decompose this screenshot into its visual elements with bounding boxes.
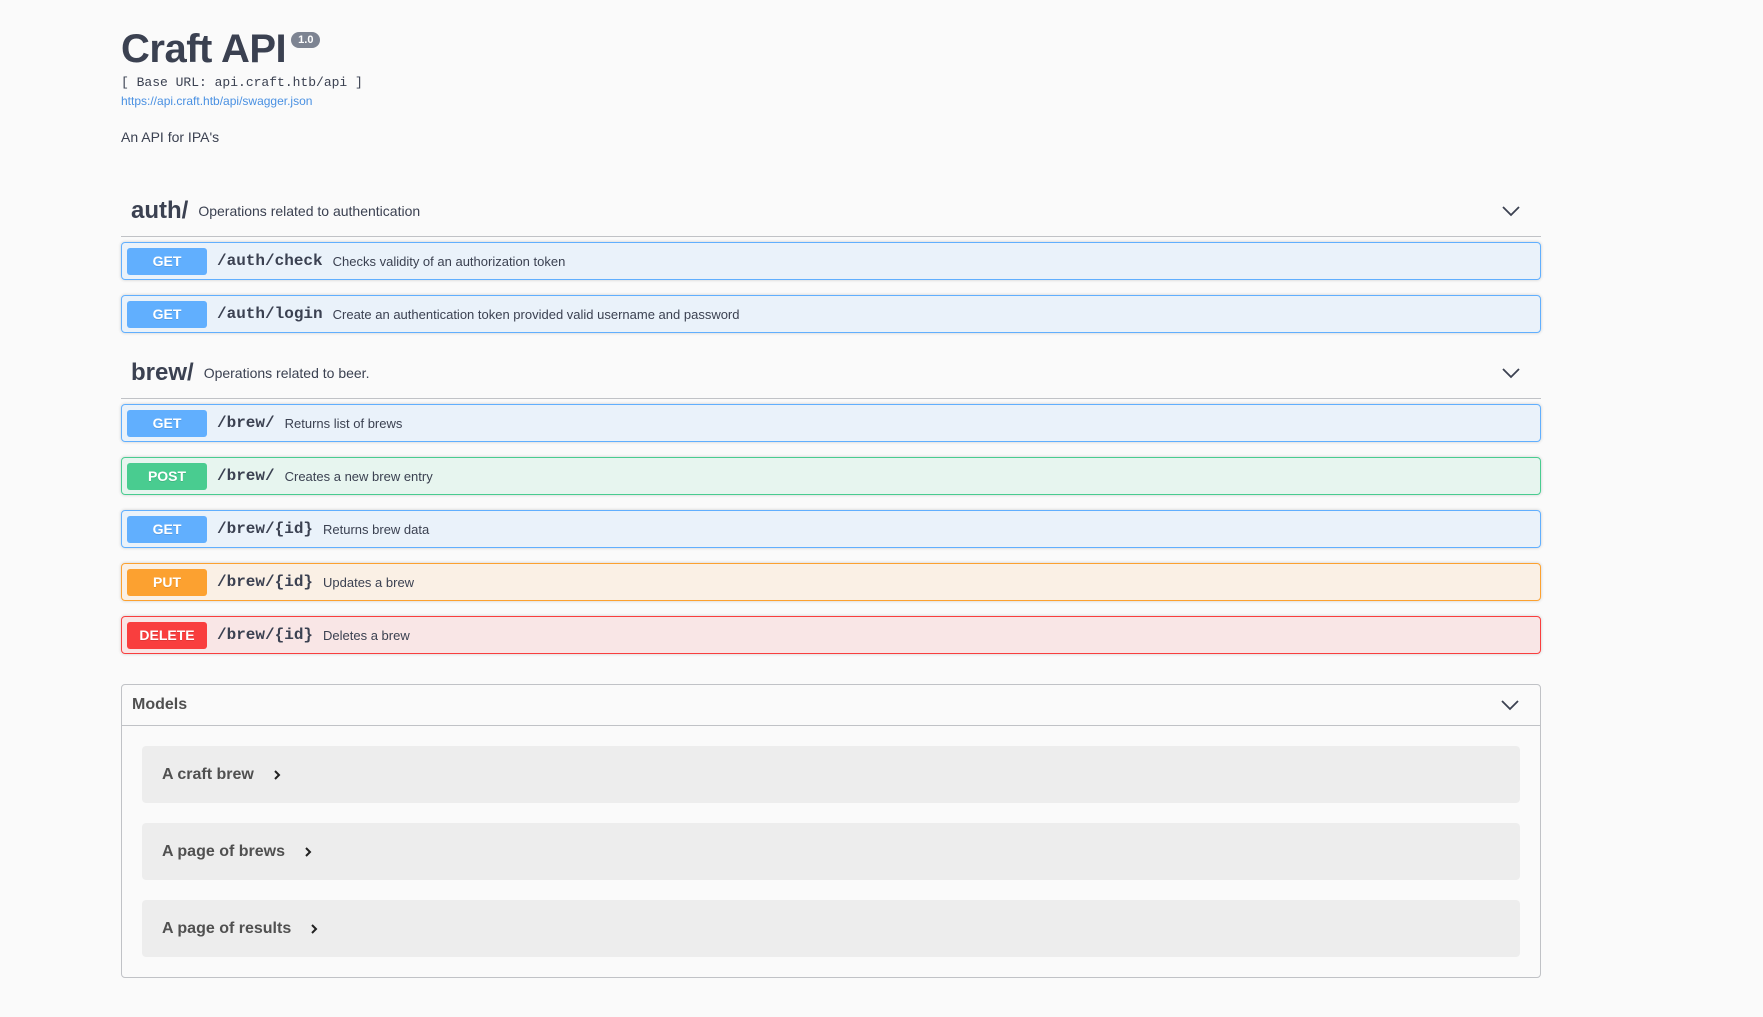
method-badge: PUT	[127, 568, 207, 596]
tag-description: Operations related to authentication	[198, 203, 421, 219]
operation-summary: Updates a brew	[323, 574, 415, 590]
model-name: A craft brew	[162, 765, 254, 783]
operation-get-brew-list[interactable]: GET /brew/ Returns list of brews	[121, 404, 1541, 442]
operation-get-auth-check[interactable]: GET /auth/check Checks validity of an au…	[121, 242, 1541, 280]
chevron-down-icon[interactable]	[1501, 201, 1521, 221]
operation-path: /brew/	[217, 414, 275, 432]
models-section: Models A craft brew A page of brews A pa…	[121, 684, 1541, 978]
operation-delete-brew-id[interactable]: DELETE /brew/{id} Deletes a brew	[121, 616, 1541, 654]
swagger-json-link[interactable]: https://api.craft.htb/api/swagger.json	[121, 94, 1541, 109]
models-header[interactable]: Models	[122, 685, 1540, 726]
model-name: A page of results	[162, 919, 292, 937]
operation-path: /brew/{id}	[217, 626, 314, 644]
method-badge: GET	[127, 409, 207, 437]
method-badge: GET	[127, 515, 207, 543]
operation-summary: Checks validity of an authorization toke…	[332, 253, 566, 269]
operations-list: GET /auth/check Checks validity of an au…	[121, 237, 1541, 333]
version-badge: 1.0	[291, 32, 321, 48]
info-section: Craft API 1.0 [ Base URL: api.craft.htb/…	[121, 0, 1541, 146]
model-craft-brew[interactable]: A craft brew	[142, 746, 1520, 803]
models-list: A craft brew A page of brews A page of r…	[122, 726, 1540, 977]
method-badge: GET	[127, 300, 207, 328]
operation-post-brew[interactable]: POST /brew/ Creates a new brew entry	[121, 457, 1541, 495]
operation-summary: Creates a new brew entry	[284, 468, 433, 484]
tag-section-auth: auth/ Operations related to authenticati…	[121, 186, 1541, 333]
operation-summary: Returns list of brews	[284, 415, 403, 431]
base-url: [ Base URL: api.craft.htb/api ]	[121, 75, 363, 90]
model-page-of-results[interactable]: A page of results	[142, 900, 1520, 957]
tag-name: auth/	[131, 197, 189, 224]
tag-name: brew/	[131, 359, 194, 386]
chevron-down-icon[interactable]	[1500, 695, 1520, 715]
chevron-right-icon[interactable]	[309, 923, 319, 935]
operation-get-brew-id[interactable]: GET /brew/{id} Returns brew data	[121, 510, 1541, 548]
api-title: Craft API	[121, 27, 287, 71]
operation-summary: Returns brew data	[323, 521, 430, 537]
model-name: A page of brews	[162, 842, 285, 860]
method-badge: POST	[127, 462, 207, 490]
tag-description: Operations related to beer.	[203, 365, 370, 381]
title-row: Craft API 1.0	[121, 27, 1541, 71]
tag-header-auth[interactable]: auth/ Operations related to authenticati…	[121, 186, 1541, 237]
method-badge: DELETE	[127, 621, 207, 649]
operation-path: /auth/check	[217, 252, 323, 270]
models-title: Models	[132, 696, 188, 713]
operation-get-auth-login[interactable]: GET /auth/login Create an authentication…	[121, 295, 1541, 333]
tag-section-brew: brew/ Operations related to beer. GET /b…	[121, 348, 1541, 654]
model-page-of-brews[interactable]: A page of brews	[142, 823, 1520, 880]
operation-path: /auth/login	[217, 305, 323, 323]
chevron-down-icon[interactable]	[1501, 363, 1521, 383]
swagger-ui: Craft API 1.0 [ Base URL: api.craft.htb/…	[121, 0, 1541, 978]
operation-path: /brew/{id}	[217, 573, 314, 591]
operation-path: /brew/{id}	[217, 520, 314, 538]
operations-list: GET /brew/ Returns list of brews POST /b…	[121, 399, 1541, 654]
api-description: An API for IPA's	[121, 129, 220, 145]
operation-summary: Deletes a brew	[323, 627, 410, 643]
operation-summary: Create an authentication token provided …	[332, 306, 740, 322]
chevron-right-icon[interactable]	[303, 846, 313, 858]
operation-put-brew-id[interactable]: PUT /brew/{id} Updates a brew	[121, 563, 1541, 601]
tag-header-brew[interactable]: brew/ Operations related to beer.	[121, 348, 1541, 399]
operation-path: /brew/	[217, 467, 275, 485]
method-badge: GET	[127, 247, 207, 275]
chevron-right-icon[interactable]	[272, 769, 282, 781]
